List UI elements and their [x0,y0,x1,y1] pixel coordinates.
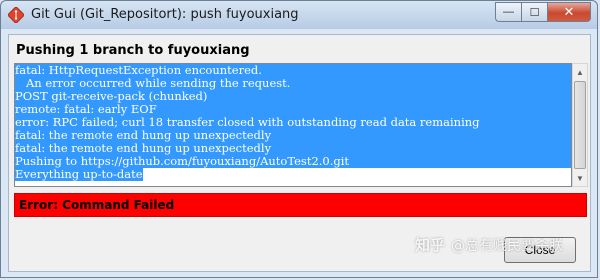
watermark: 知乎 @总有贱民要杀朕 [415,234,563,255]
push-heading: Pushing 1 branch to fuyouxiang [16,43,250,58]
minimize-icon: — [503,6,514,18]
push-output-log[interactable]: fatal: HttpRequestException encountered.… [14,63,572,187]
scroll-down-icon[interactable]: ▼ [573,170,587,186]
minimize-button[interactable]: — [495,2,521,22]
zhihu-logo: 知乎 [414,236,445,254]
error-message: Error: Command Failed [19,198,175,212]
log-line: Everything up-to-date [15,167,143,181]
title-bar[interactable]: Git Gui (Git_Repositort): push fuyouxian… [1,1,597,29]
close-icon: ✕ [563,4,575,19]
scroll-thumb[interactable] [574,81,586,169]
watermark-text: @总有贱民要杀朕 [451,237,563,254]
git-diamond-icon [8,7,24,23]
maximize-icon: ☐ [529,6,540,19]
window-controls: — ☐ ✕ [495,2,591,22]
scroll-up-icon[interactable]: ▲ [573,64,587,80]
error-status-bar: Error: Command Failed [14,193,587,217]
git-gui-window: Git Gui (Git_Repositort): push fuyouxian… [0,0,598,278]
maximize-button[interactable]: ☐ [521,2,547,22]
close-window-button[interactable]: ✕ [547,2,591,22]
window-title: Git Gui (Git_Repositort): push fuyouxian… [31,7,299,22]
log-scrollbar[interactable]: ▲ ▼ [572,63,588,187]
